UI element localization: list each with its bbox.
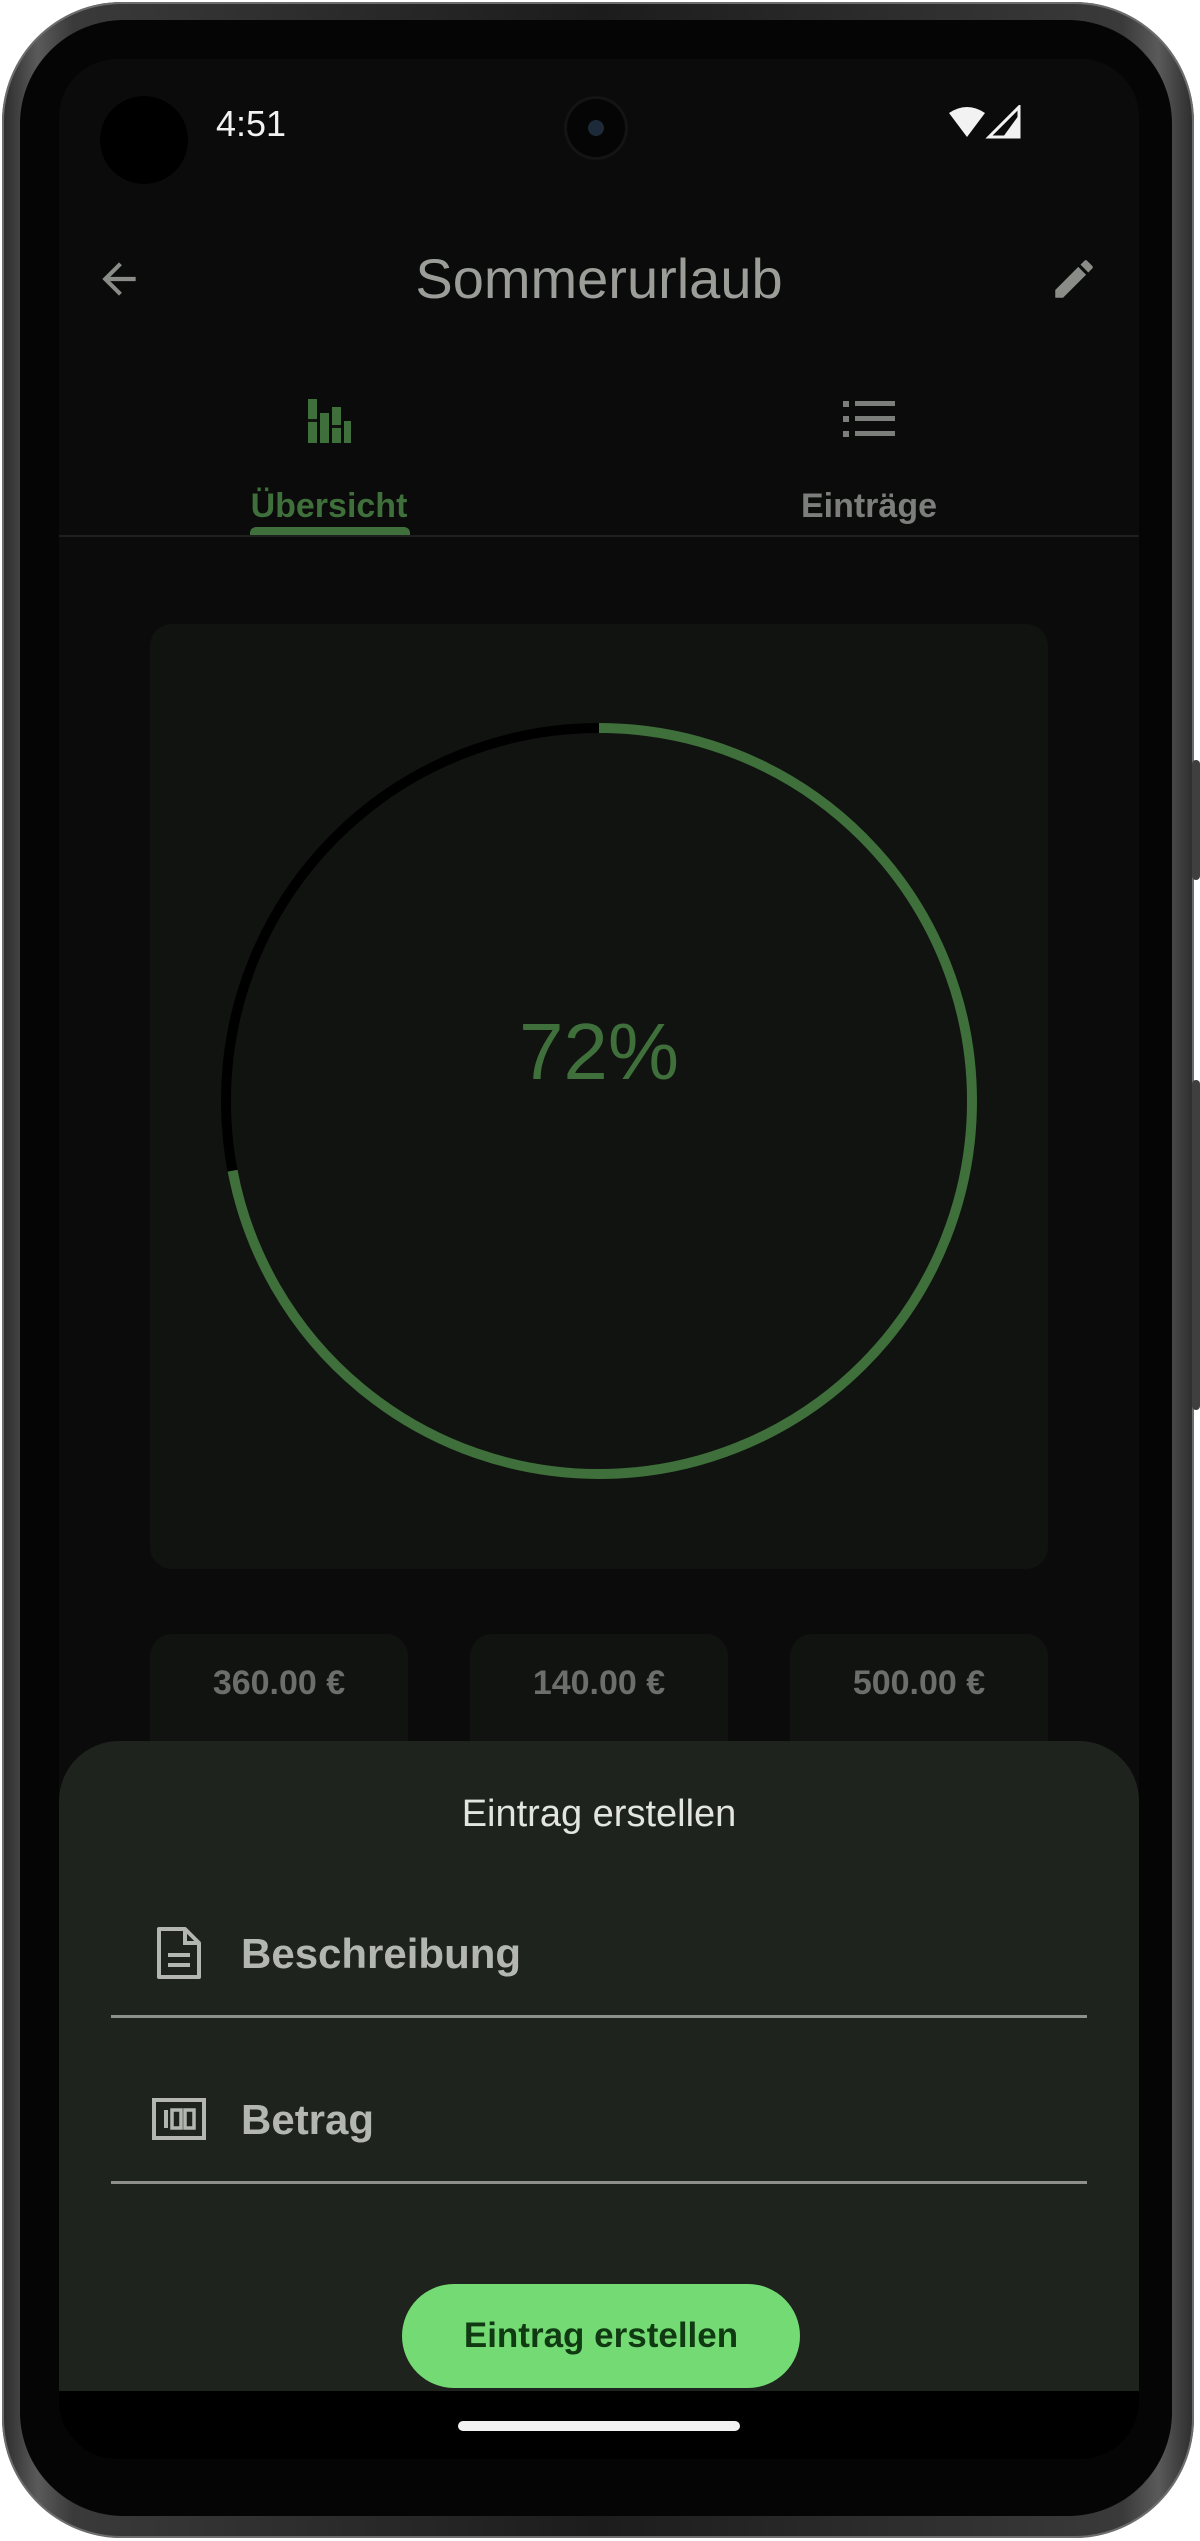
wifi-icon: [949, 107, 985, 137]
tab-overview-label: Übersicht: [250, 487, 408, 525]
create-entry-sheet: Eintrag erstellen Beschreibung Betrag Ei…: [59, 1741, 1139, 2391]
description-field: [111, 1891, 1087, 2018]
stat-spent-value: 360.00 €: [212, 1664, 346, 1702]
amount-field: [111, 2057, 1087, 2184]
status-icons: [947, 103, 1027, 150]
edit-button[interactable]: [1044, 249, 1104, 309]
stat-remaining-value: 140.00 €: [532, 1664, 666, 1702]
back-button[interactable]: [89, 249, 149, 309]
tab-overview[interactable]: Übersicht: [59, 359, 599, 535]
document-icon: [157, 1927, 201, 1979]
description-input[interactable]: [239, 1913, 1063, 1995]
progress-card: 72%: [150, 624, 1048, 1569]
camera-cutout: [100, 96, 188, 184]
pencil-icon: [1055, 260, 1093, 298]
front-camera: [567, 99, 625, 157]
tab-indicator: [250, 527, 410, 535]
page-title: Sommerurlaub: [415, 247, 783, 310]
status-time: 4:51: [216, 103, 287, 144]
list-icon: [843, 401, 895, 437]
sheet-title: Eintrag erstellen: [461, 1793, 737, 1835]
banknote-icon: [152, 2098, 206, 2140]
tab-bar: Übersicht Einträge: [59, 359, 1139, 537]
tab-entries[interactable]: Einträge: [599, 359, 1139, 535]
phone-screen: 4:51 Sommerurlaub Übersicht Einträge 72%…: [59, 59, 1139, 2459]
status-bar: 4:51: [59, 59, 1139, 189]
create-entry-button[interactable]: Eintrag erstellen: [402, 2284, 800, 2388]
volume-button: [1192, 1080, 1200, 1410]
arrow-back-icon: [102, 262, 136, 296]
home-gesture-handle[interactable]: [458, 2421, 740, 2431]
progress-percent: 72%: [518, 1007, 680, 1096]
bar-chart-icon: [308, 399, 351, 443]
tab-entries-label: Einträge: [800, 487, 938, 525]
stat-budget-value: 500.00 €: [852, 1664, 986, 1702]
app-bar: Sommerurlaub: [59, 224, 1139, 334]
amount-input[interactable]: [239, 2079, 1063, 2161]
power-button: [1192, 760, 1200, 880]
